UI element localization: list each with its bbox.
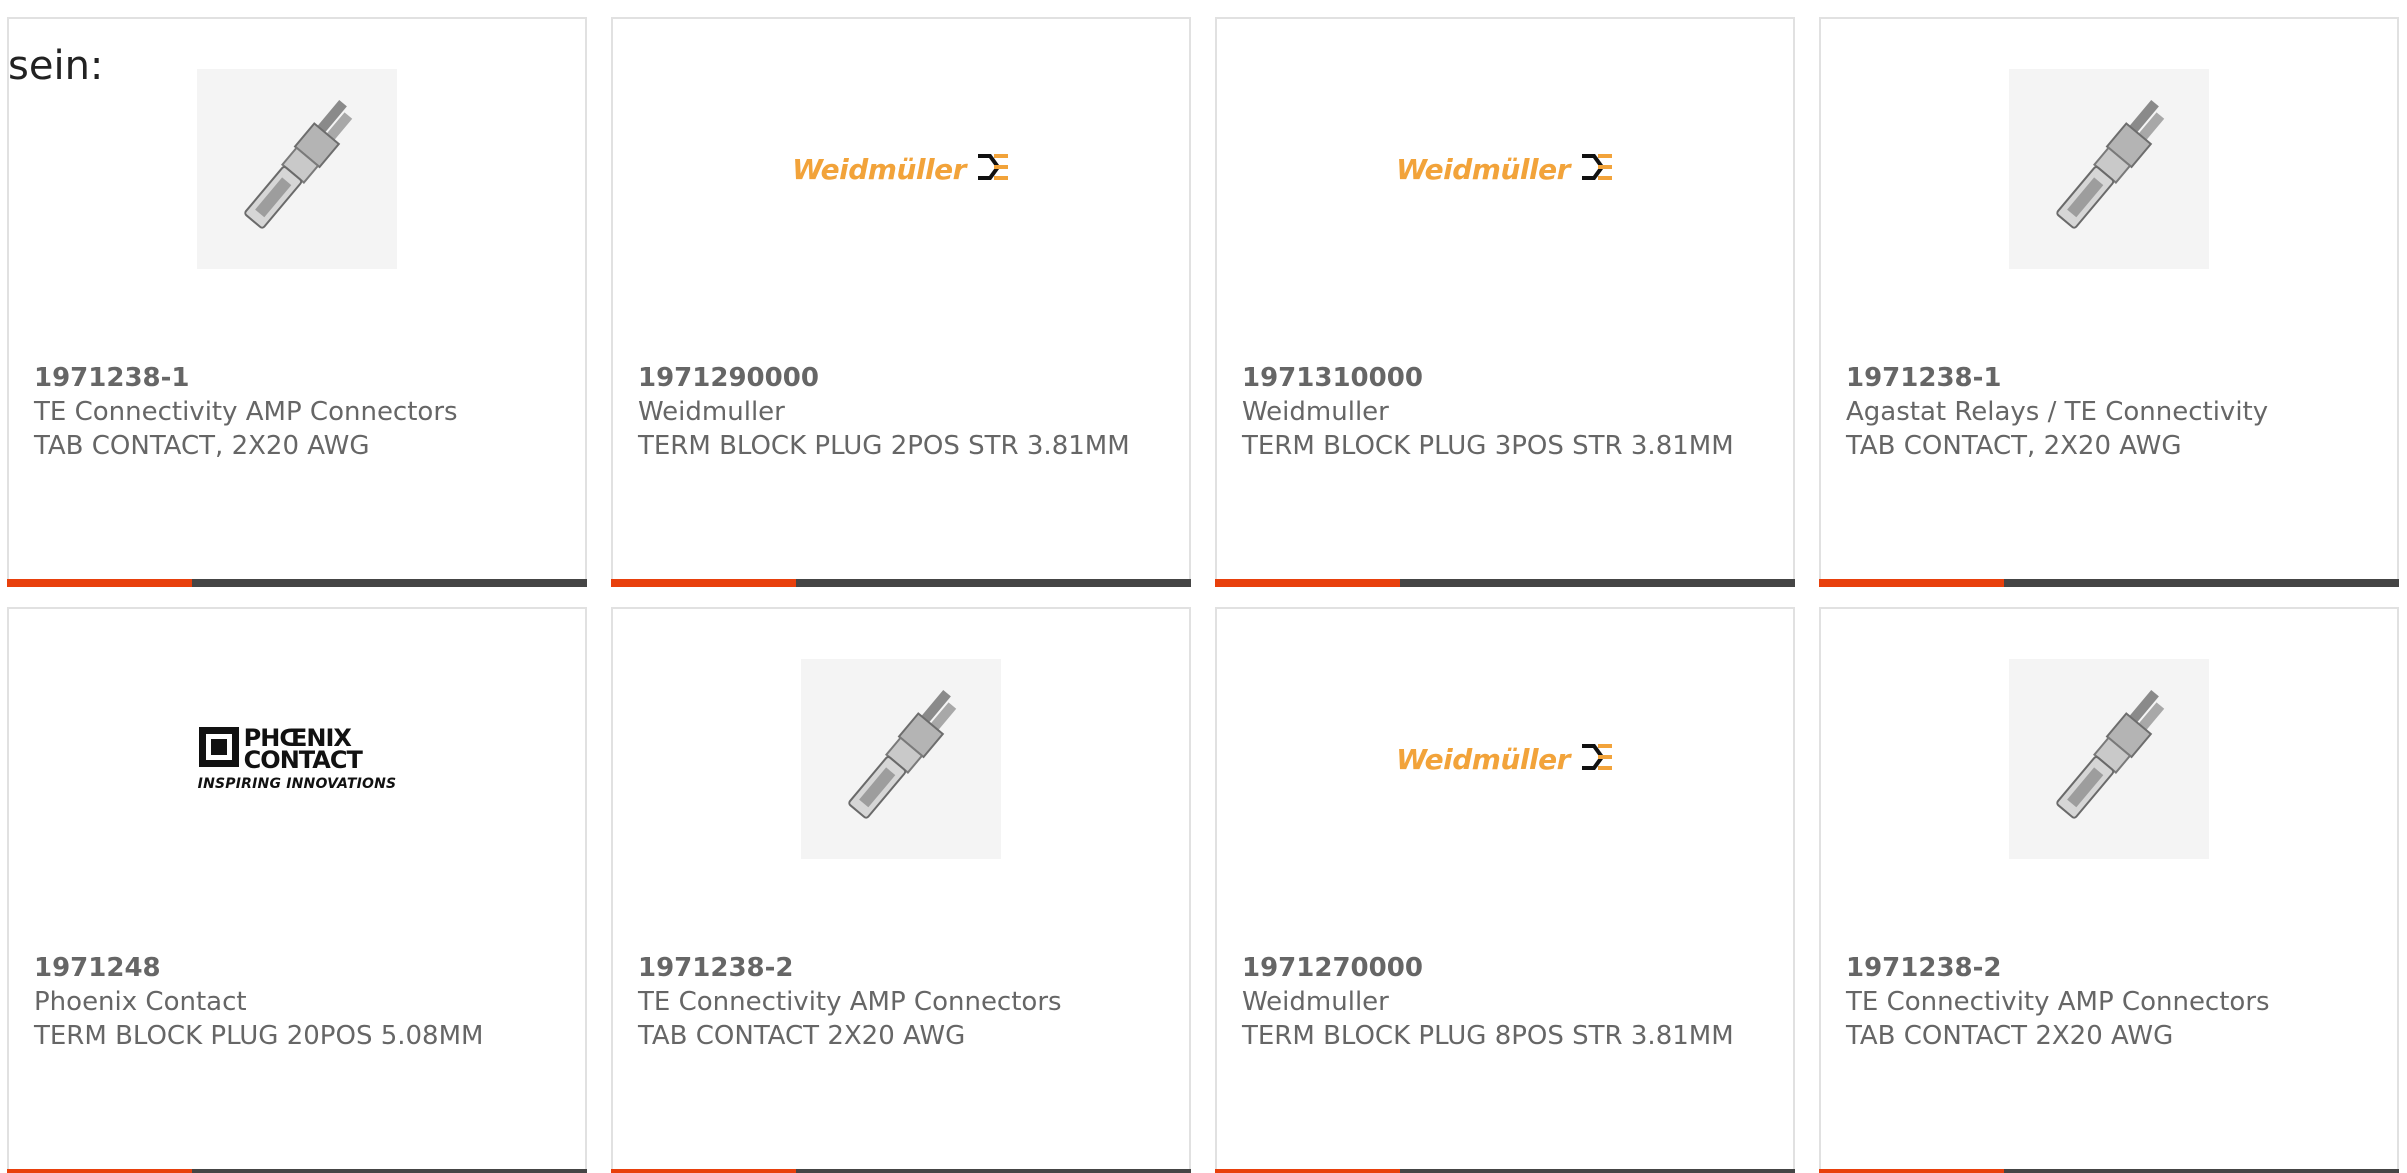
part-number[interactable]: 1971238-2 <box>638 951 1164 985</box>
card-accent-bar <box>7 579 192 587</box>
product-info: 1971310000 Weidmuller TERM BLOCK PLUG 3P… <box>1242 361 1768 463</box>
product-card[interactable]: 1971238-2 TE Connectivity AMP Connectors… <box>1819 607 2399 1173</box>
card-bottom-bar <box>611 1169 1191 1173</box>
terminal-contact-photo <box>2009 659 2209 859</box>
manufacturer: Weidmuller <box>1242 987 1389 1017</box>
product-info: 1971270000 Weidmuller TERM BLOCK PLUG 8P… <box>1242 951 1768 1053</box>
product-info: 1971238-1 Agastat Relays / TE Connectivi… <box>1846 361 2372 463</box>
weidmuller-logo-text: Weidmüller <box>1396 152 1570 186</box>
weidmuller-logo: Weidmüller <box>1396 152 1614 186</box>
card-bottom-bar <box>1215 1169 1795 1173</box>
manufacturer: Weidmuller <box>638 397 785 427</box>
manufacturer: Phoenix Contact <box>34 987 247 1017</box>
weidmuller-mark-icon <box>976 152 1010 186</box>
card-accent-bar <box>1215 579 1400 587</box>
phoenix-contact-logo: PHŒNIX CONTACT INSPIRING INNOVATIONS <box>198 726 397 792</box>
weidmuller-logo-text: Weidmüller <box>792 152 966 186</box>
product-card[interactable]: 1971238-2 TE Connectivity AMP Connectors… <box>611 607 1191 1173</box>
card-bottom-bar <box>1819 579 2399 587</box>
terminal-contact-photo <box>197 69 397 269</box>
intro-text: sein: <box>8 43 104 89</box>
product-info: 1971238-1 TE Connectivity AMP Connectors… <box>34 361 560 463</box>
manufacturer: TE Connectivity AMP Connectors <box>638 987 1062 1017</box>
weidmuller-logo: Weidmüller <box>1396 742 1614 776</box>
product-card[interactable]: 1971238-1 TE Connectivity AMP Connectors… <box>7 17 587 587</box>
weidmuller-mark-icon <box>1580 152 1614 186</box>
card-accent-bar <box>611 1169 796 1173</box>
terminal-contact-photo <box>801 659 1001 859</box>
product-info: 1971238-2 TE Connectivity AMP Connectors… <box>1846 951 2372 1053</box>
part-number[interactable]: 1971270000 <box>1242 951 1768 985</box>
product-description: TAB CONTACT 2X20 AWG <box>638 1021 966 1051</box>
product-card[interactable]: PHŒNIX CONTACT INSPIRING INNOVATIONS 197… <box>7 607 587 1173</box>
product-description: TERM BLOCK PLUG 3POS STR 3.81MM <box>1242 431 1734 461</box>
product-image[interactable]: PHŒNIX CONTACT INSPIRING INNOVATIONS <box>9 659 585 859</box>
card-accent-bar <box>1819 1169 2004 1173</box>
product-image[interactable]: Weidmüller <box>1217 659 1793 859</box>
product-description: TAB CONTACT, 2X20 AWG <box>34 431 370 461</box>
product-description: TAB CONTACT, 2X20 AWG <box>1846 431 2182 461</box>
part-number[interactable]: 1971238-2 <box>1846 951 2372 985</box>
part-number[interactable]: 1971248 <box>34 951 560 985</box>
card-bottom-bar <box>1215 579 1795 587</box>
product-image[interactable]: Weidmüller <box>1217 69 1793 269</box>
product-info: 1971290000 Weidmuller TERM BLOCK PLUG 2P… <box>638 361 1164 463</box>
phoenix-logo-line2: CONTACT <box>243 746 363 774</box>
phoenix-mark-icon <box>198 726 240 772</box>
product-image[interactable] <box>9 69 585 269</box>
manufacturer: Weidmuller <box>1242 397 1389 427</box>
product-info: 1971238-2 TE Connectivity AMP Connectors… <box>638 951 1164 1053</box>
product-image[interactable] <box>613 659 1189 859</box>
card-bottom-bar <box>1819 1169 2399 1173</box>
product-description: TERM BLOCK PLUG 8POS STR 3.81MM <box>1242 1021 1734 1051</box>
product-card[interactable]: 1971238-1 Agastat Relays / TE Connectivi… <box>1819 17 2399 587</box>
manufacturer: TE Connectivity AMP Connectors <box>1846 987 2270 1017</box>
manufacturer: Agastat Relays / TE Connectivity <box>1846 397 2269 427</box>
manufacturer: TE Connectivity AMP Connectors <box>34 397 458 427</box>
part-number[interactable]: 1971310000 <box>1242 361 1768 395</box>
card-accent-bar <box>7 1169 192 1173</box>
weidmuller-logo-text: Weidmüller <box>1396 742 1570 776</box>
product-card[interactable]: Weidmüller 1971310000 Weidmuller TERM BL… <box>1215 17 1795 587</box>
product-card[interactable]: Weidmüller 1971290000 Weidmuller TERM BL… <box>611 17 1191 587</box>
part-number[interactable]: 1971238-1 <box>1846 361 2372 395</box>
weidmuller-logo: Weidmüller <box>792 152 1010 186</box>
card-accent-bar <box>611 579 796 587</box>
card-bottom-bar <box>7 579 587 587</box>
weidmuller-mark-icon <box>1580 742 1614 776</box>
product-grid: 1971238-1 TE Connectivity AMP Connectors… <box>7 17 2399 1173</box>
card-bottom-bar <box>7 1169 587 1173</box>
product-info: 1971248 Phoenix Contact TERM BLOCK PLUG … <box>34 951 560 1053</box>
terminal-contact-photo <box>2009 69 2209 269</box>
product-description: TAB CONTACT 2X20 AWG <box>1846 1021 2174 1051</box>
product-grid-page: sein: 1971238-1 TE Connectivity AMP Conn… <box>0 0 2407 1173</box>
phoenix-logo-tagline: INSPIRING INNOVATIONS <box>197 776 397 792</box>
product-image[interactable] <box>1821 659 2397 859</box>
product-description: TERM BLOCK PLUG 2POS STR 3.81MM <box>638 431 1130 461</box>
product-card[interactable]: Weidmüller 1971270000 Weidmuller TERM BL… <box>1215 607 1795 1173</box>
product-image[interactable]: Weidmüller <box>613 69 1189 269</box>
product-image[interactable] <box>1821 69 2397 269</box>
card-accent-bar <box>1215 1169 1400 1173</box>
card-bottom-bar <box>611 579 1191 587</box>
part-number[interactable]: 1971290000 <box>638 361 1164 395</box>
product-description: TERM BLOCK PLUG 20POS 5.08MM <box>34 1021 484 1051</box>
part-number[interactable]: 1971238-1 <box>34 361 560 395</box>
card-accent-bar <box>1819 579 2004 587</box>
